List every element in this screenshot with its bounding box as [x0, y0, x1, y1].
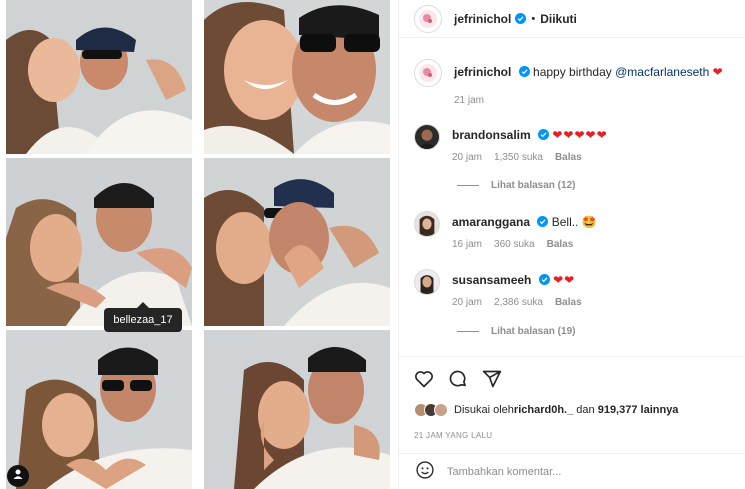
- comment-time: 20 jam: [452, 152, 483, 163]
- photo-6: [204, 330, 390, 489]
- comment-time: 20 jam: [452, 297, 483, 308]
- comment-bubble-icon[interactable]: [448, 369, 468, 389]
- view-replies-label: Lihat balasan (19): [491, 326, 576, 337]
- emoji-icon[interactable]: [415, 460, 435, 485]
- photo-3: [6, 158, 192, 326]
- comment-input[interactable]: [447, 466, 707, 478]
- caption-mention[interactable]: @macfarlaneseth: [615, 65, 709, 79]
- reply-button[interactable]: Balas: [555, 297, 582, 308]
- liker-avatars: [414, 403, 448, 417]
- post-media[interactable]: bellezaa_17: [0, 0, 398, 489]
- comment-likes[interactable]: 2,386 suka: [494, 297, 543, 308]
- heart-emoji: ❤❤❤❤❤: [552, 128, 608, 142]
- reply-button[interactable]: Balas: [555, 152, 582, 163]
- likes-count[interactable]: 919,377 lainnya: [598, 404, 679, 416]
- likes-middle: dan: [573, 404, 598, 416]
- comment-item: susansameeh ❤❤ 20 jam 2,386 suka Balas: [414, 269, 582, 308]
- likes-summary[interactable]: Disukai oleh richard0h._ dan 919,377 lai…: [414, 403, 678, 417]
- verified-badge-icon: [538, 274, 550, 285]
- caption: jefrinichol happy birthday @macfarlanese…: [414, 59, 724, 106]
- action-icons-row: [414, 369, 502, 389]
- user-tag-label[interactable]: bellezaa_17: [104, 302, 182, 332]
- comment-username[interactable]: susansameeh: [452, 273, 531, 287]
- post-timestamp[interactable]: 21 JAM YANG LALU: [414, 431, 492, 440]
- user-tags-button[interactable]: [7, 465, 29, 487]
- commenter-avatar[interactable]: [414, 211, 440, 237]
- user-icon: [12, 467, 24, 485]
- add-comment-bar: [399, 453, 745, 489]
- photo-4: [204, 158, 390, 326]
- caption-avatar[interactable]: [414, 59, 442, 87]
- replies-divider: [457, 331, 479, 332]
- comment-likes[interactable]: 360 suka: [494, 239, 535, 250]
- comment-item: brandonsalim ❤❤❤❤❤ 20 jam 1,350 suka Bal…: [414, 124, 608, 163]
- view-replies-button[interactable]: Lihat balasan (12): [457, 180, 575, 191]
- caption-username[interactable]: jefrinichol: [454, 65, 511, 79]
- view-replies-button[interactable]: Lihat balasan (19): [457, 326, 575, 337]
- author-username[interactable]: jefrinichol: [454, 12, 511, 26]
- verified-badge-icon: [537, 216, 549, 227]
- heart-emoji: ❤❤: [553, 273, 576, 287]
- replies-divider: [457, 185, 479, 186]
- caption-time: 21 jam: [454, 95, 485, 106]
- comment-username[interactable]: brandonsalim: [452, 128, 531, 142]
- post-header: jefrinichol • Diikuti: [399, 0, 745, 38]
- verified-badge-icon: [538, 129, 550, 140]
- post-actions: Disukai oleh richard0h._ dan 919,377 lai…: [399, 356, 745, 489]
- comment-text: Bell..: [551, 215, 582, 229]
- verified-badge-icon: [518, 66, 530, 77]
- share-send-icon[interactable]: [482, 369, 502, 389]
- post-panel: jefrinichol • Diikuti jefrinichol happy …: [398, 0, 745, 489]
- liker-avatar: [434, 403, 448, 417]
- comments-list[interactable]: jefrinichol happy birthday @macfarlanese…: [399, 38, 745, 356]
- comment-username[interactable]: amaranggana: [452, 215, 530, 229]
- comment-time: 16 jam: [452, 239, 483, 250]
- caption-text: happy birthday: [533, 65, 616, 79]
- photo-2: [204, 0, 390, 154]
- commenter-avatar[interactable]: [414, 124, 440, 150]
- following-button[interactable]: Diikuti: [540, 12, 577, 26]
- reply-button[interactable]: Balas: [547, 239, 574, 250]
- star-eyes-emoji: 🤩: [581, 215, 597, 229]
- comment-likes[interactable]: 1,350 suka: [494, 152, 543, 163]
- likes-user[interactable]: richard0h._: [514, 404, 573, 416]
- heart-emoji: ❤: [712, 65, 724, 79]
- photo-1: [6, 0, 192, 154]
- separator-dot: •: [531, 12, 536, 25]
- commenter-avatar[interactable]: [414, 269, 440, 295]
- view-replies-label: Lihat balasan (12): [491, 180, 576, 191]
- photo-5: [6, 330, 192, 489]
- author-avatar[interactable]: [414, 4, 442, 33]
- like-heart-icon[interactable]: [414, 369, 434, 389]
- comment-item: amaranggana Bell.. 🤩 16 jam 360 suka Bal…: [414, 211, 597, 250]
- verified-badge-icon: [515, 13, 527, 24]
- likes-prefix: Disukai oleh: [454, 404, 514, 416]
